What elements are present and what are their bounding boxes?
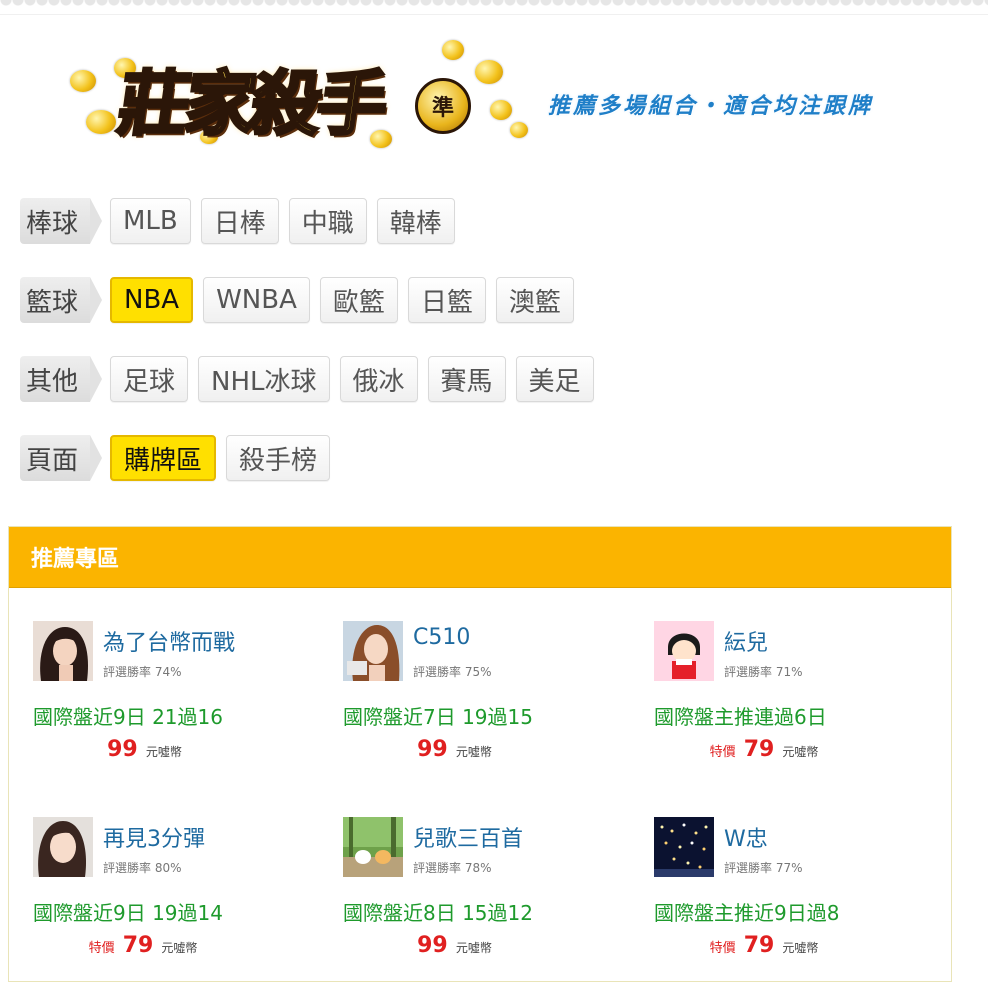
- avatar[interactable]: [33, 817, 93, 877]
- tipster-name[interactable]: 紜兒: [724, 625, 768, 657]
- price-unit: 元噓幣: [455, 745, 492, 759]
- tipster-card[interactable]: C510 評選勝率 75% 國際盤近7日 19過15 99 元噓幣: [343, 621, 643, 781]
- tipster-name[interactable]: 兒歌三百首: [413, 821, 523, 853]
- price[interactable]: 99 元噓幣: [343, 933, 563, 958]
- avatar[interactable]: [654, 817, 714, 877]
- recommend-panel-title: 推薦專區: [9, 527, 951, 588]
- win-rate: 評選勝率 74%: [103, 665, 182, 679]
- price-unit: 元噓幣: [455, 941, 492, 955]
- tab-horse-racing[interactable]: 賽馬: [427, 356, 506, 402]
- category-row-page: 頁面 購牌區 殺手榜: [20, 433, 340, 483]
- gold-coin-icon: [510, 122, 528, 138]
- price-value: 79: [743, 737, 775, 762]
- woman-photo-icon: [343, 621, 403, 681]
- price-value: 99: [417, 933, 448, 958]
- logo-badge: 準: [415, 78, 471, 134]
- site-slogan: 推薦多場組合・適合均注跟牌: [548, 94, 874, 119]
- category-row-other: 其他 足球 NHL冰球 俄冰 賽馬 美足: [20, 354, 604, 404]
- price-value: 99: [107, 737, 138, 762]
- win-rate: 評選勝率 71%: [724, 665, 803, 679]
- tab-kbo[interactable]: 韓棒: [376, 198, 455, 244]
- tipster-name[interactable]: C510: [413, 625, 470, 650]
- tipster-card[interactable]: 再見3分彈 評選勝率 80% 國際盤近9日 19過14 特價 79 元噓幣: [33, 817, 333, 977]
- recent-record[interactable]: 國際盤近9日 21過16: [33, 701, 223, 730]
- tipster-card[interactable]: 為了台幣而戰 評選勝率 74% 國際盤近9日 21過16 99 元噓幣: [33, 621, 333, 781]
- price-unit: 元噓幣: [782, 941, 819, 955]
- recent-record[interactable]: 國際盤近9日 19過14: [33, 897, 223, 926]
- tipster-name[interactable]: 為了台幣而戰: [103, 625, 235, 657]
- tab-jp-baseball[interactable]: 日棒: [200, 198, 279, 244]
- category-row-baseball: 棒球 MLB 日棒 中職 韓棒: [20, 196, 465, 246]
- gold-coin-icon: [475, 60, 503, 84]
- category-label: 棒球: [20, 198, 102, 244]
- win-rate: 評選勝率 75%: [413, 665, 492, 679]
- tab-cpbl[interactable]: 中職: [288, 198, 367, 244]
- category-row-basketball: 籃球 NBA WNBA 歐籃 日籃 澳籃: [20, 275, 584, 325]
- gold-coin-icon: [490, 100, 512, 120]
- price-unit: 元噓幣: [145, 745, 182, 759]
- gold-coin-icon: [86, 110, 116, 134]
- tab-nfl[interactable]: 美足: [515, 356, 594, 402]
- special-price-label: 特價: [88, 941, 115, 956]
- price[interactable]: 99 元噓幣: [343, 737, 563, 762]
- price-value: 79: [743, 933, 775, 958]
- tab-aus-basketball[interactable]: 澳籃: [495, 277, 574, 323]
- tab-mlb[interactable]: MLB: [110, 198, 191, 244]
- win-rate: 評選勝率 80%: [103, 861, 182, 875]
- recent-record[interactable]: 國際盤近7日 19過15: [343, 701, 533, 730]
- avatar[interactable]: [343, 621, 403, 681]
- tipster-card[interactable]: 紜兒 評選勝率 71% 國際盤主推連過6日 特價 79 元噓幣: [654, 621, 954, 781]
- price[interactable]: 特價 79 元噓幣: [654, 737, 874, 762]
- logo-text: 莊家殺手: [112, 61, 391, 147]
- tipster-name[interactable]: W忠: [724, 821, 768, 853]
- category-label: 籃球: [20, 277, 102, 323]
- tab-purchase-area[interactable]: 購牌區: [110, 435, 217, 481]
- special-price-label: 特價: [709, 745, 736, 760]
- top-decorative-border: [0, 0, 988, 15]
- site-logo[interactable]: 莊家殺手 準: [70, 30, 530, 160]
- price-value: 99: [417, 737, 448, 762]
- tipster-card[interactable]: W忠 評選勝率 77% 國際盤主推近9日過8 特價 79 元噓幣: [654, 817, 954, 977]
- woman-photo-icon: [33, 621, 93, 681]
- tab-killer-ranking[interactable]: 殺手榜: [226, 435, 331, 481]
- price-unit: 元噓幣: [161, 941, 198, 955]
- category-label: 其他: [20, 356, 102, 402]
- tipster-name[interactable]: 再見3分彈: [103, 821, 205, 853]
- woman-photo-icon: [33, 817, 93, 877]
- price-value: 79: [122, 933, 154, 958]
- cartoon-girl-icon: [654, 621, 714, 681]
- avatar[interactable]: [654, 621, 714, 681]
- price[interactable]: 特價 79 元噓幣: [33, 933, 253, 958]
- gold-coin-icon: [442, 40, 464, 60]
- price-unit: 元噓幣: [782, 745, 819, 759]
- tab-euro-basketball[interactable]: 歐籃: [319, 277, 398, 323]
- tab-wnba[interactable]: WNBA: [203, 277, 310, 323]
- special-price-label: 特價: [709, 941, 736, 956]
- tab-soccer[interactable]: 足球: [110, 356, 189, 402]
- category-label: 頁面: [20, 435, 102, 481]
- avatar[interactable]: [343, 817, 403, 877]
- tab-khl[interactable]: 俄冰: [339, 356, 418, 402]
- night-lights-icon: [654, 817, 714, 877]
- tipster-card[interactable]: 兒歌三百首 評選勝率 78% 國際盤近8日 15過12 99 元噓幣: [343, 817, 643, 977]
- recent-record[interactable]: 國際盤主推連過6日: [654, 701, 827, 730]
- win-rate: 評選勝率 77%: [724, 861, 803, 875]
- recent-record[interactable]: 國際盤主推近9日過8: [654, 897, 839, 926]
- tab-jp-basketball[interactable]: 日籃: [407, 277, 486, 323]
- price[interactable]: 99 元噓幣: [33, 737, 253, 762]
- price[interactable]: 特價 79 元噓幣: [654, 933, 874, 958]
- tab-nhl[interactable]: NHL冰球: [198, 356, 330, 402]
- avatar[interactable]: [33, 621, 93, 681]
- recommend-panel: 推薦專區 為了台幣而戰 評選勝率 74% 國際盤近9日 21過16 99 元噓幣: [8, 526, 952, 982]
- tab-nba[interactable]: NBA: [110, 277, 194, 323]
- gold-coin-icon: [70, 70, 96, 92]
- win-rate: 評選勝率 78%: [413, 861, 492, 875]
- forest-cartoon-icon: [343, 817, 403, 877]
- recent-record[interactable]: 國際盤近8日 15過12: [343, 897, 533, 926]
